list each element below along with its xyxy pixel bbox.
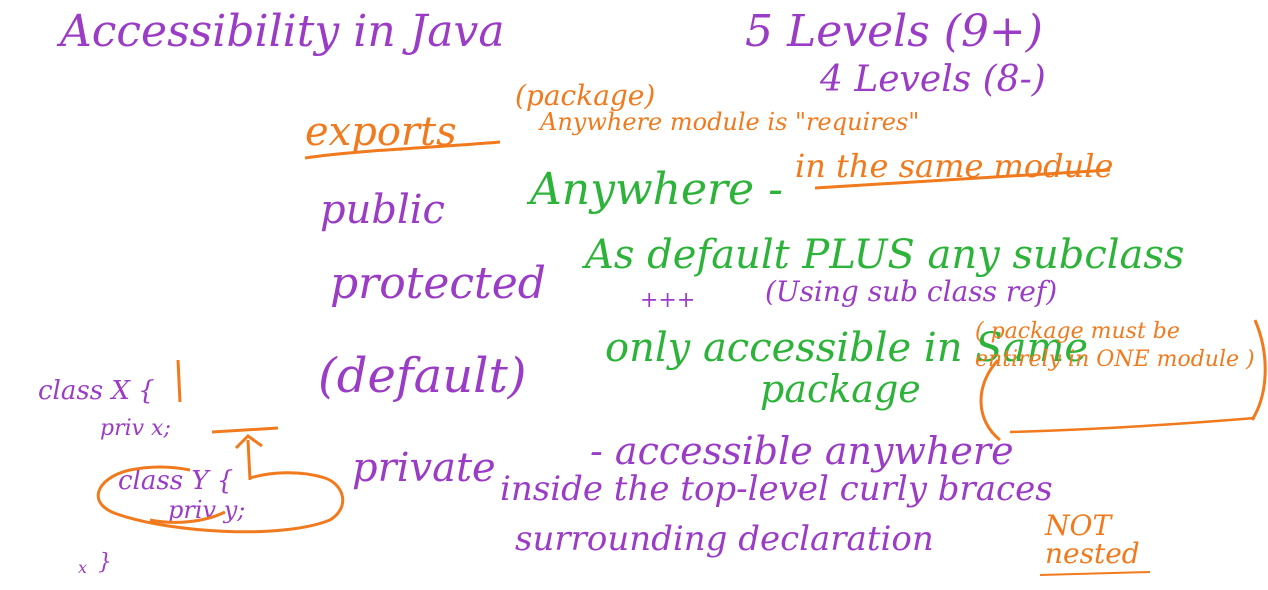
sketch-priv-y: priv y; xyxy=(168,496,246,524)
whiteboard-canvas: Accessibility in Java 5 Levels (9+) 4 Le… xyxy=(0,0,1268,590)
sketch-class-y: class Y { xyxy=(118,466,234,496)
default-desc-line2: package xyxy=(760,367,921,411)
sketch-priv-x: priv x; xyxy=(100,416,171,441)
levels-main: 5 Levels (9+) xyxy=(745,6,1043,57)
private-keyword: private xyxy=(352,445,496,491)
protected-keyword: protected xyxy=(330,258,546,309)
default-package-note: ( package must be entirely in ONE module… xyxy=(975,319,1255,372)
arrow-stem xyxy=(246,439,252,481)
arrow-head xyxy=(234,434,263,450)
protected-desc: As default PLUS any subclass xyxy=(585,232,1185,278)
exports-same-module-note: in the same module xyxy=(795,147,1114,185)
protected-note: (Using sub class ref) xyxy=(765,275,1058,308)
class-x-bar xyxy=(176,359,182,403)
public-desc: Anywhere - xyxy=(530,164,783,215)
sketch-class-x: class X { xyxy=(38,376,155,406)
sketch-sub-mark: x xyxy=(78,558,88,577)
private-desc-line1: - accessible anywhere xyxy=(590,429,1014,473)
exports-package-note: (package) xyxy=(515,79,656,112)
private-not-nested: NOT nested xyxy=(1045,509,1140,570)
title: Accessibility in Java xyxy=(60,6,505,57)
exports-requires-note: Anywhere module is "requires" xyxy=(540,108,920,136)
exports-keyword: exports xyxy=(305,109,457,155)
protected-plus-marks: +++ xyxy=(640,288,696,313)
not-nested-underline xyxy=(1039,571,1151,576)
package-note-underline xyxy=(1009,416,1256,434)
public-keyword: public xyxy=(320,187,445,233)
default-keyword: (default) xyxy=(318,348,527,404)
sketch-close-brace: } xyxy=(98,550,112,575)
private-desc-line2: inside the top-level curly braces xyxy=(500,469,1053,509)
priv-x-underline xyxy=(211,426,279,434)
private-desc-line3: surrounding declaration xyxy=(515,519,934,559)
levels-old: 4 Levels (8-) xyxy=(820,59,1046,100)
